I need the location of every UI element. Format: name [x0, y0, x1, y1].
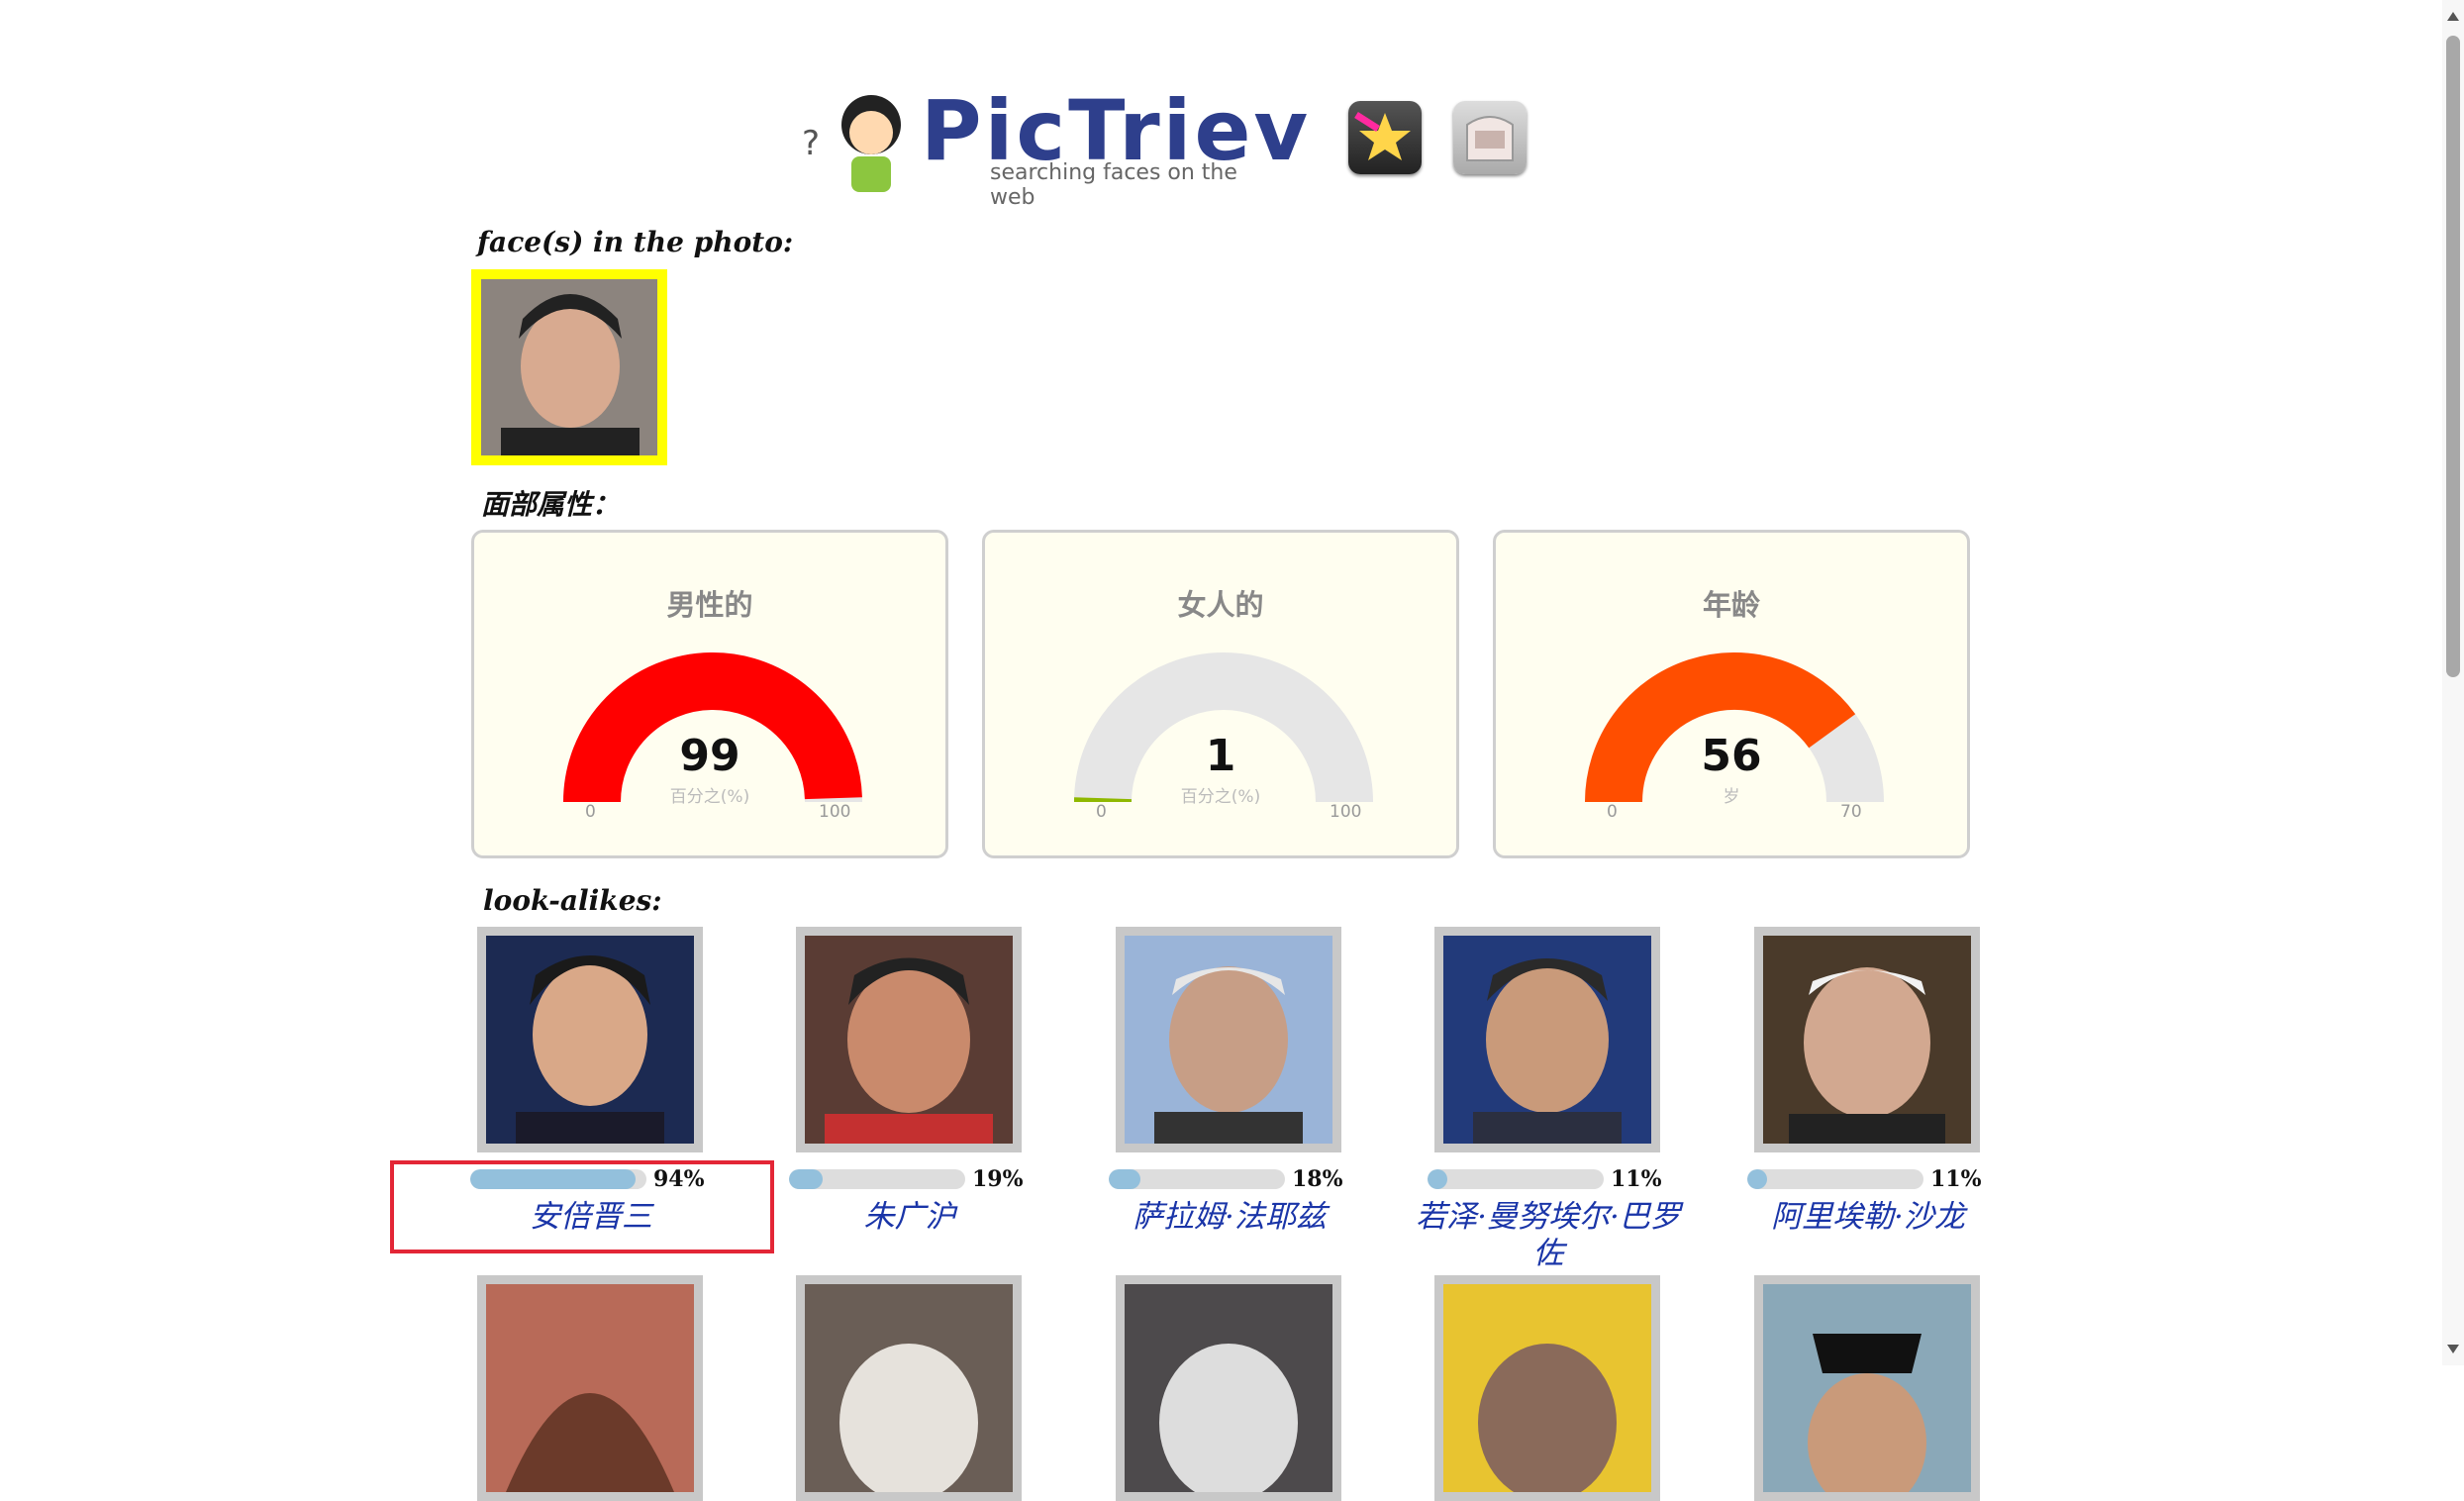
lookalike-photo-frame[interactable] — [1754, 1275, 1980, 1501]
scroll-thumb[interactable] — [2446, 36, 2460, 677]
lookalikes-title: look-alikes: — [483, 884, 662, 917]
lookalike-photo — [486, 936, 694, 1144]
gauge-max: 70 — [1840, 802, 1862, 822]
similarity-percent: 18% — [1292, 1166, 1343, 1192]
mascot-icon: ? — [802, 85, 921, 194]
gauge-min: 0 — [1607, 802, 1618, 822]
similarity-percent: 19% — [972, 1166, 1024, 1192]
vertical-scrollbar[interactable] — [2442, 0, 2464, 1365]
gauge-value: 56 — [1496, 731, 1967, 781]
similarity-bar — [1428, 1169, 1604, 1189]
gauge-unit: 百分之(%) — [985, 782, 1456, 807]
gauge-title: 年龄 — [1496, 582, 1967, 624]
svg-text:?: ? — [802, 124, 820, 163]
gauge-title: 女人的 — [985, 582, 1456, 624]
gauge-male: 男性的 99 百分之(%) 0 100 — [471, 530, 948, 858]
lookalike-photo — [1125, 936, 1332, 1144]
scroll-down-icon[interactable] — [2447, 1345, 2459, 1353]
similarity-bar-fill — [470, 1169, 636, 1189]
gauge-age: 年龄 56 岁 0 70 — [1493, 530, 1970, 858]
similarity-bar — [470, 1169, 646, 1189]
lookalike-photo-frame[interactable] — [1116, 927, 1341, 1152]
lookalike-photo — [805, 1284, 1013, 1492]
gauge-female: 女人的 1 百分之(%) 0 100 — [982, 530, 1459, 858]
similarity-bar — [789, 1169, 965, 1189]
lookalike-photo — [805, 936, 1013, 1144]
faces-title: face(s) in the photo: — [477, 226, 793, 258]
gauge-title: 男性的 — [474, 582, 945, 624]
gauge-min: 0 — [585, 802, 596, 822]
similarity-bar — [1109, 1169, 1285, 1189]
lookalike-photo — [1443, 936, 1651, 1144]
similarity-percent: 11% — [1611, 1166, 1662, 1192]
lookalike-photo — [486, 1284, 694, 1492]
pictriev-logo[interactable]: ? PicTriev searching faces on the web — [802, 79, 1287, 198]
lookalike-name-link[interactable]: 朱广沪 — [766, 1199, 1053, 1236]
similarity-percent: 11% — [1930, 1166, 1982, 1192]
attributes-title: 面部属性： — [481, 483, 620, 523]
lookalike-name-link[interactable]: 若泽·曼努埃尔·巴罗佐 — [1405, 1199, 1692, 1272]
similarity-bar-fill — [1747, 1169, 1767, 1189]
lookalike-photo-frame[interactable] — [796, 1275, 1022, 1501]
gauge-max: 100 — [819, 802, 850, 822]
lookalike-photo-frame[interactable] — [796, 927, 1022, 1152]
similarity-bar-fill — [1428, 1169, 1447, 1189]
lookalike-photo — [1125, 1284, 1332, 1492]
lookalike-photo-frame[interactable] — [477, 927, 703, 1152]
lookalike-photo-frame[interactable] — [1434, 927, 1660, 1152]
similarity-bar — [1747, 1169, 1923, 1189]
gauge-value: 1 — [985, 731, 1456, 781]
gauge-max: 100 — [1330, 802, 1361, 822]
room-icon[interactable] — [1453, 101, 1527, 174]
similarity-percent: 94% — [653, 1166, 705, 1192]
lookalike-photo-frame[interactable] — [1754, 927, 1980, 1152]
page: ? PicTriev searching faces on the web fa… — [0, 0, 2464, 1365]
scroll-up-icon[interactable] — [2447, 12, 2459, 21]
lookalike-photo-frame[interactable] — [477, 1275, 703, 1501]
star-icon[interactable] — [1348, 101, 1422, 174]
lookalike-photo — [1763, 1284, 1971, 1492]
lookalike-photo — [1763, 936, 1971, 1144]
lookalike-name-link[interactable]: 安倍晋三 — [447, 1199, 735, 1236]
lookalike-name-link[interactable]: 阿里埃勒·沙龙 — [1725, 1199, 2012, 1236]
logo-subtitle: searching faces on the web — [990, 160, 1287, 210]
similarity-bar-fill — [1109, 1169, 1140, 1189]
gauge-unit: 百分之(%) — [474, 782, 945, 807]
lookalike-photo-frame[interactable] — [1116, 1275, 1341, 1501]
similarity-bar-fill — [789, 1169, 823, 1189]
gauge-unit: 岁 — [1496, 782, 1967, 807]
lookalike-photo-frame[interactable] — [1434, 1275, 1660, 1501]
gauge-min: 0 — [1096, 802, 1107, 822]
face-photo — [481, 279, 657, 455]
lookalike-photo — [1443, 1284, 1651, 1492]
detected-face[interactable] — [471, 269, 667, 465]
gauge-value: 99 — [474, 731, 945, 781]
lookalike-name-link[interactable]: 萨拉姆·法耶兹 — [1086, 1199, 1373, 1236]
